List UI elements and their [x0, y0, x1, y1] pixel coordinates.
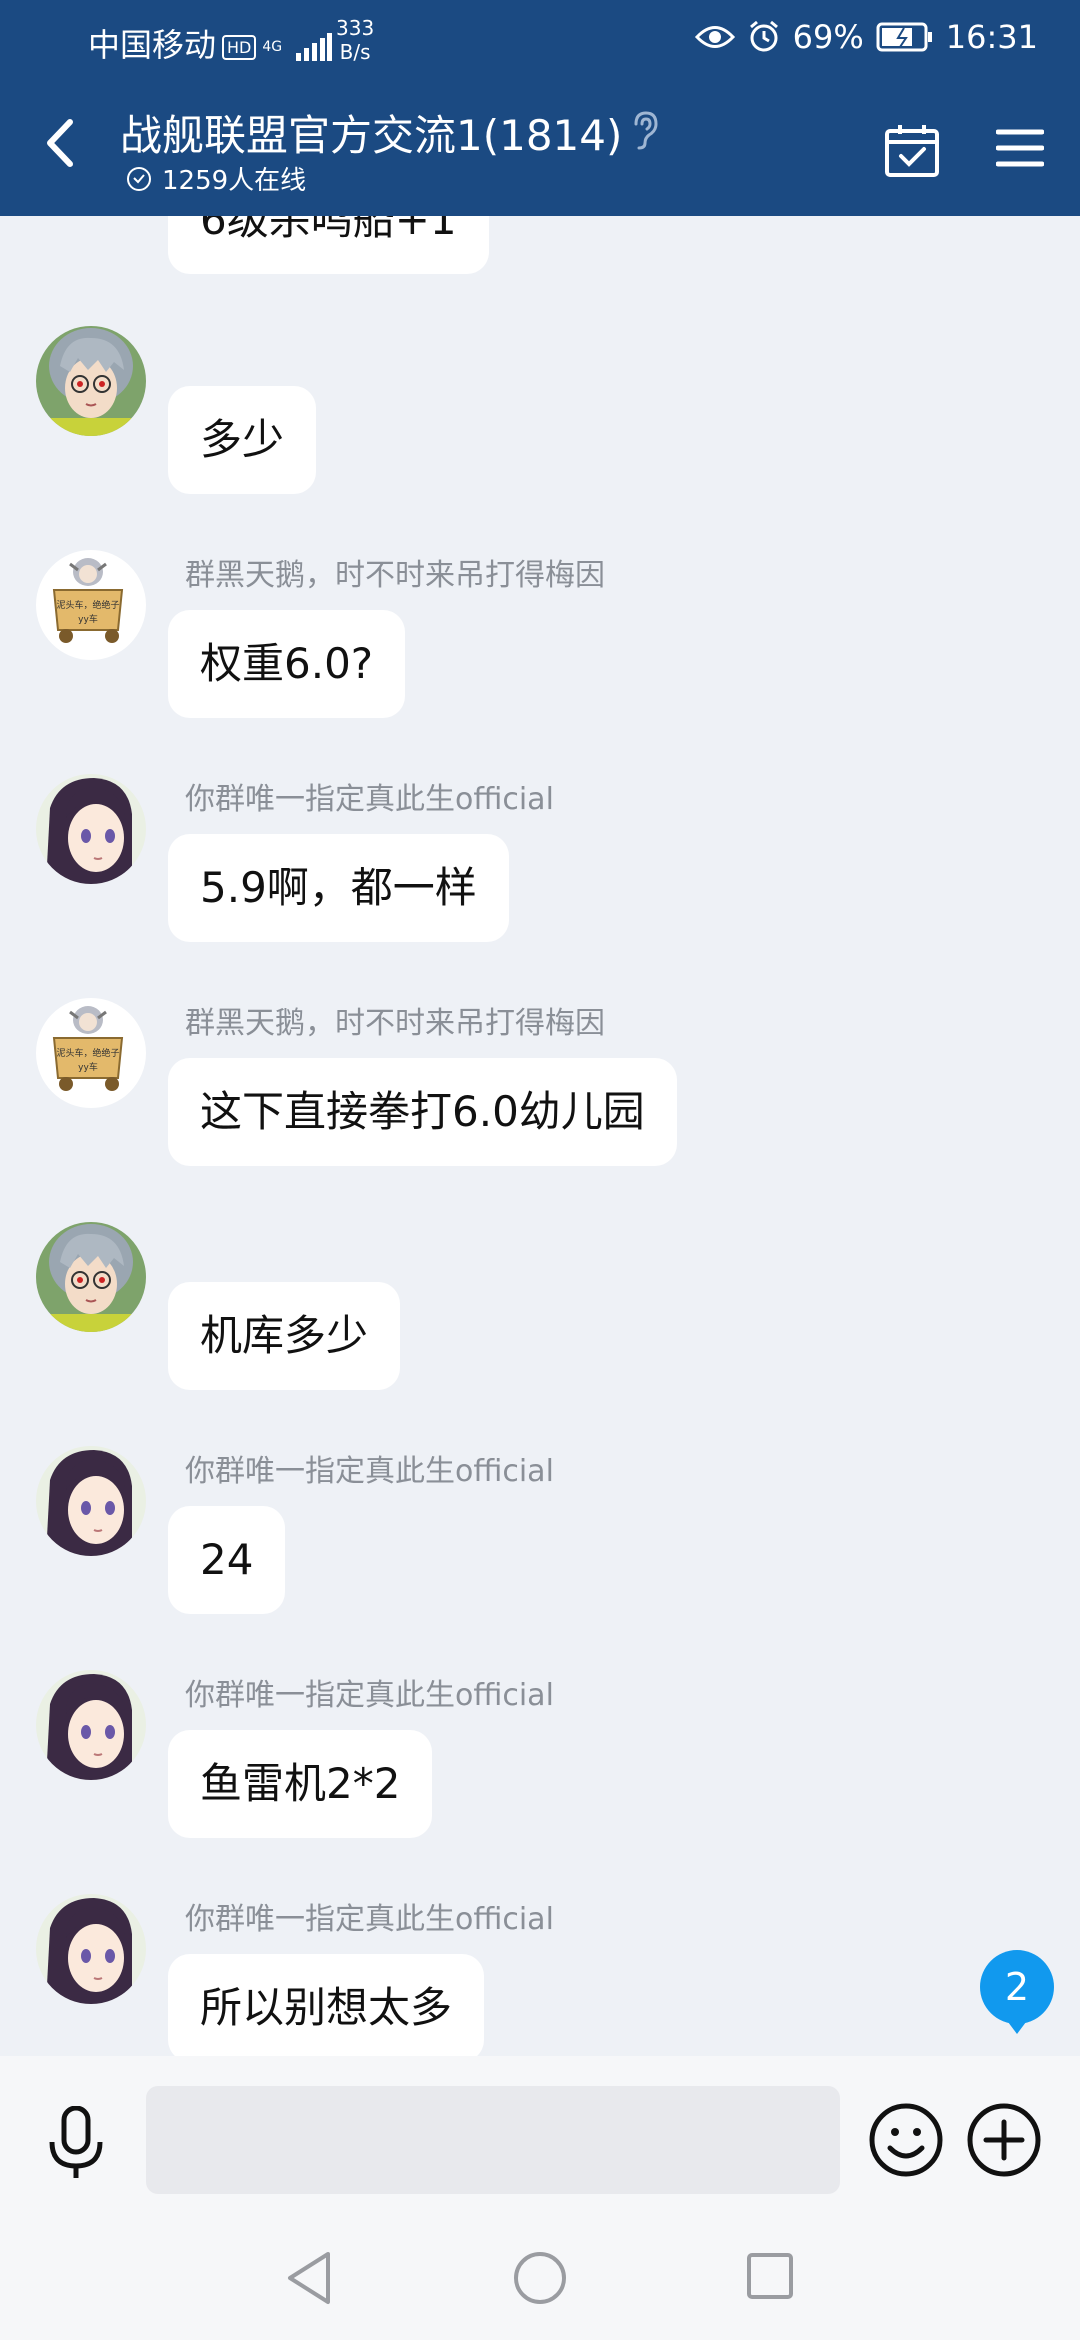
avatar[interactable]: [36, 1222, 146, 1332]
avatar-sign-text: 泥头车，绝绝子: [56, 1047, 119, 1059]
nav-back-icon[interactable]: [284, 2250, 334, 2306]
sender-name[interactable]: 你群唯一指定真此生official: [185, 1894, 554, 1938]
avatar[interactable]: [36, 1446, 146, 1556]
status-right: 69% 16:31: [694, 18, 1038, 56]
message-bubble[interactable]: 6级杀鸣船+1: [168, 216, 489, 274]
message-bubble[interactable]: 权重6.0?: [168, 610, 406, 718]
message-bubble[interactable]: 鱼雷机2*2: [168, 1730, 433, 1838]
avatar-sign-text: 泥头车，绝绝子: [56, 599, 119, 611]
avatar[interactable]: 泥头车，绝绝子 yy车: [36, 550, 146, 660]
emoji-icon[interactable]: [868, 2102, 944, 2178]
ear-icon[interactable]: [628, 110, 660, 150]
speed-unit: B/s: [339, 40, 371, 64]
hd-badge: HD: [222, 34, 257, 60]
system-nav-bar: [0, 2220, 1080, 2340]
back-arrow-icon[interactable]: [40, 118, 80, 168]
avatar[interactable]: [36, 1670, 146, 1780]
sender-name[interactable]: 你群唯一指定真此生official: [185, 1670, 554, 1714]
plus-icon[interactable]: [966, 2102, 1042, 2178]
signal-icon: [296, 33, 333, 61]
group-title[interactable]: 战舰联盟官方交流1(1814): [120, 102, 622, 163]
alarm-icon: [749, 20, 778, 52]
avatar[interactable]: [36, 774, 146, 884]
avatar[interactable]: [36, 326, 146, 436]
status-bar: 中国移动 HD 4G 333 B/s 69% 16:31: [0, 0, 1080, 80]
microphone-icon[interactable]: [44, 2106, 108, 2182]
avatar[interactable]: [36, 1894, 146, 2004]
speed-value: 333: [336, 16, 375, 40]
sender-name[interactable]: 你群唯一指定真此生official: [185, 1446, 554, 1490]
network-speed: 333 B/s: [336, 16, 374, 64]
message-input[interactable]: [146, 2086, 840, 2194]
header: 中国移动 HD 4G 333 B/s 69% 16:31 战舰联盟官方交流1(181…: [0, 0, 1080, 216]
sender-name[interactable]: 你群唯一指定真此生official: [185, 774, 554, 818]
nav-recent-apps-icon[interactable]: [746, 2252, 794, 2300]
sender-name[interactable]: 群黑天鹅，时不时来吊打得梅因: [185, 998, 605, 1042]
chat-title-bar: 战舰联盟官方交流1(1814) 1259人在线: [0, 96, 1080, 216]
network-type: 4G: [262, 39, 283, 55]
eye-icon: [694, 26, 735, 48]
input-bar: [0, 2056, 1080, 2220]
sender-name[interactable]: 群黑天鹅，时不时来吊打得梅因: [185, 550, 605, 594]
battery-icon: [876, 22, 932, 52]
message-bubble[interactable]: 24: [168, 1506, 286, 1614]
check-circle-icon: [127, 166, 151, 191]
unread-count-badge[interactable]: 2: [980, 1950, 1054, 2034]
online-count-text: 1259人在线: [162, 166, 307, 196]
clock: 16:31: [945, 18, 1038, 56]
message-bubble[interactable]: 多少: [168, 386, 317, 494]
avatar[interactable]: 泥头车，绝绝子 yy车: [36, 998, 146, 1108]
calendar-check-icon[interactable]: [884, 122, 940, 178]
message-bubble[interactable]: 所以别想太多: [168, 1954, 485, 2056]
message-bubble[interactable]: 这下直接拳打6.0幼儿园: [168, 1058, 677, 1166]
avatar-sign-text: yy车: [78, 613, 98, 625]
message-bubble[interactable]: 机库多少: [168, 1282, 401, 1390]
menu-icon[interactable]: [996, 128, 1044, 168]
online-count: 1259人在线: [126, 160, 306, 197]
carrier-info: 中国移动 HD 4G: [88, 20, 333, 66]
nav-home-icon[interactable]: [512, 2250, 568, 2306]
battery-percent: 69%: [792, 18, 864, 56]
carrier-name: 中国移动: [88, 26, 217, 64]
avatar-sign-text: yy车: [78, 1061, 98, 1073]
message-list[interactable]: 6级杀鸣船+1 多少 泥头车，绝绝子 yy车 群黑天鹅，时不时来吊打得梅因 权重…: [0, 216, 1080, 2056]
message-bubble[interactable]: 5.9啊，都一样: [168, 834, 509, 942]
